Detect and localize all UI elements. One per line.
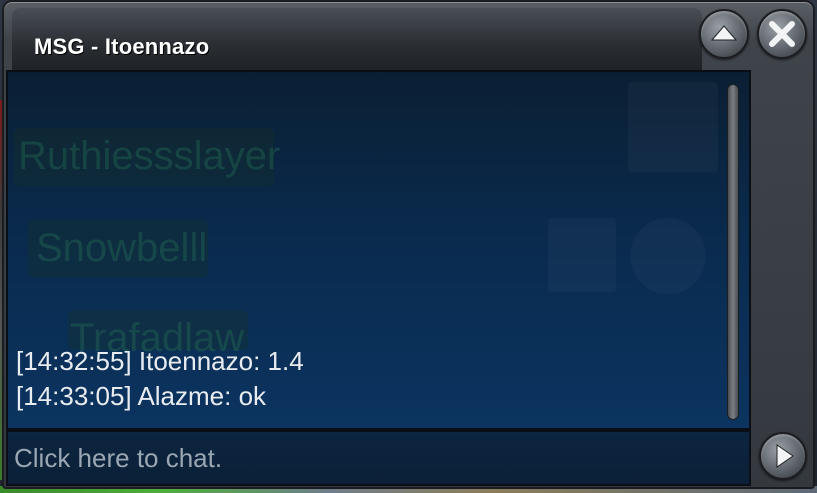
window-title: MSG - Itoennazo	[34, 34, 210, 59]
chat-scrollbar-thumb[interactable]	[727, 84, 739, 420]
background-compass-icon	[630, 218, 706, 294]
background-grid-icon	[548, 218, 616, 292]
message-line: [14:33:05] Alazme: ok	[16, 381, 267, 411]
chevron-up-icon	[710, 25, 738, 41]
title-bar[interactable]: MSG - Itoennazo	[12, 8, 702, 70]
message-list: [14:32:55] Itoennazo: 1.4 [14:33:05] Ala…	[16, 344, 716, 414]
play-arrow-icon	[776, 444, 794, 468]
background-name-2: Snowbelll	[36, 226, 208, 270]
send-button[interactable]	[759, 432, 807, 480]
chat-log-panel: Ruthiessslayer Snowbelll Trafadlaw [14:3…	[6, 70, 751, 430]
background-tile	[628, 82, 718, 172]
close-button[interactable]	[757, 9, 807, 59]
minimize-button[interactable]	[699, 9, 749, 59]
chat-input-row	[6, 430, 751, 486]
chat-input[interactable]	[8, 432, 749, 484]
background-name-1: Ruthiessslayer	[18, 134, 281, 178]
close-icon	[769, 21, 795, 47]
message-line: [14:32:55] Itoennazo: 1.4	[16, 346, 304, 376]
chat-scrollbar[interactable]	[723, 80, 745, 424]
